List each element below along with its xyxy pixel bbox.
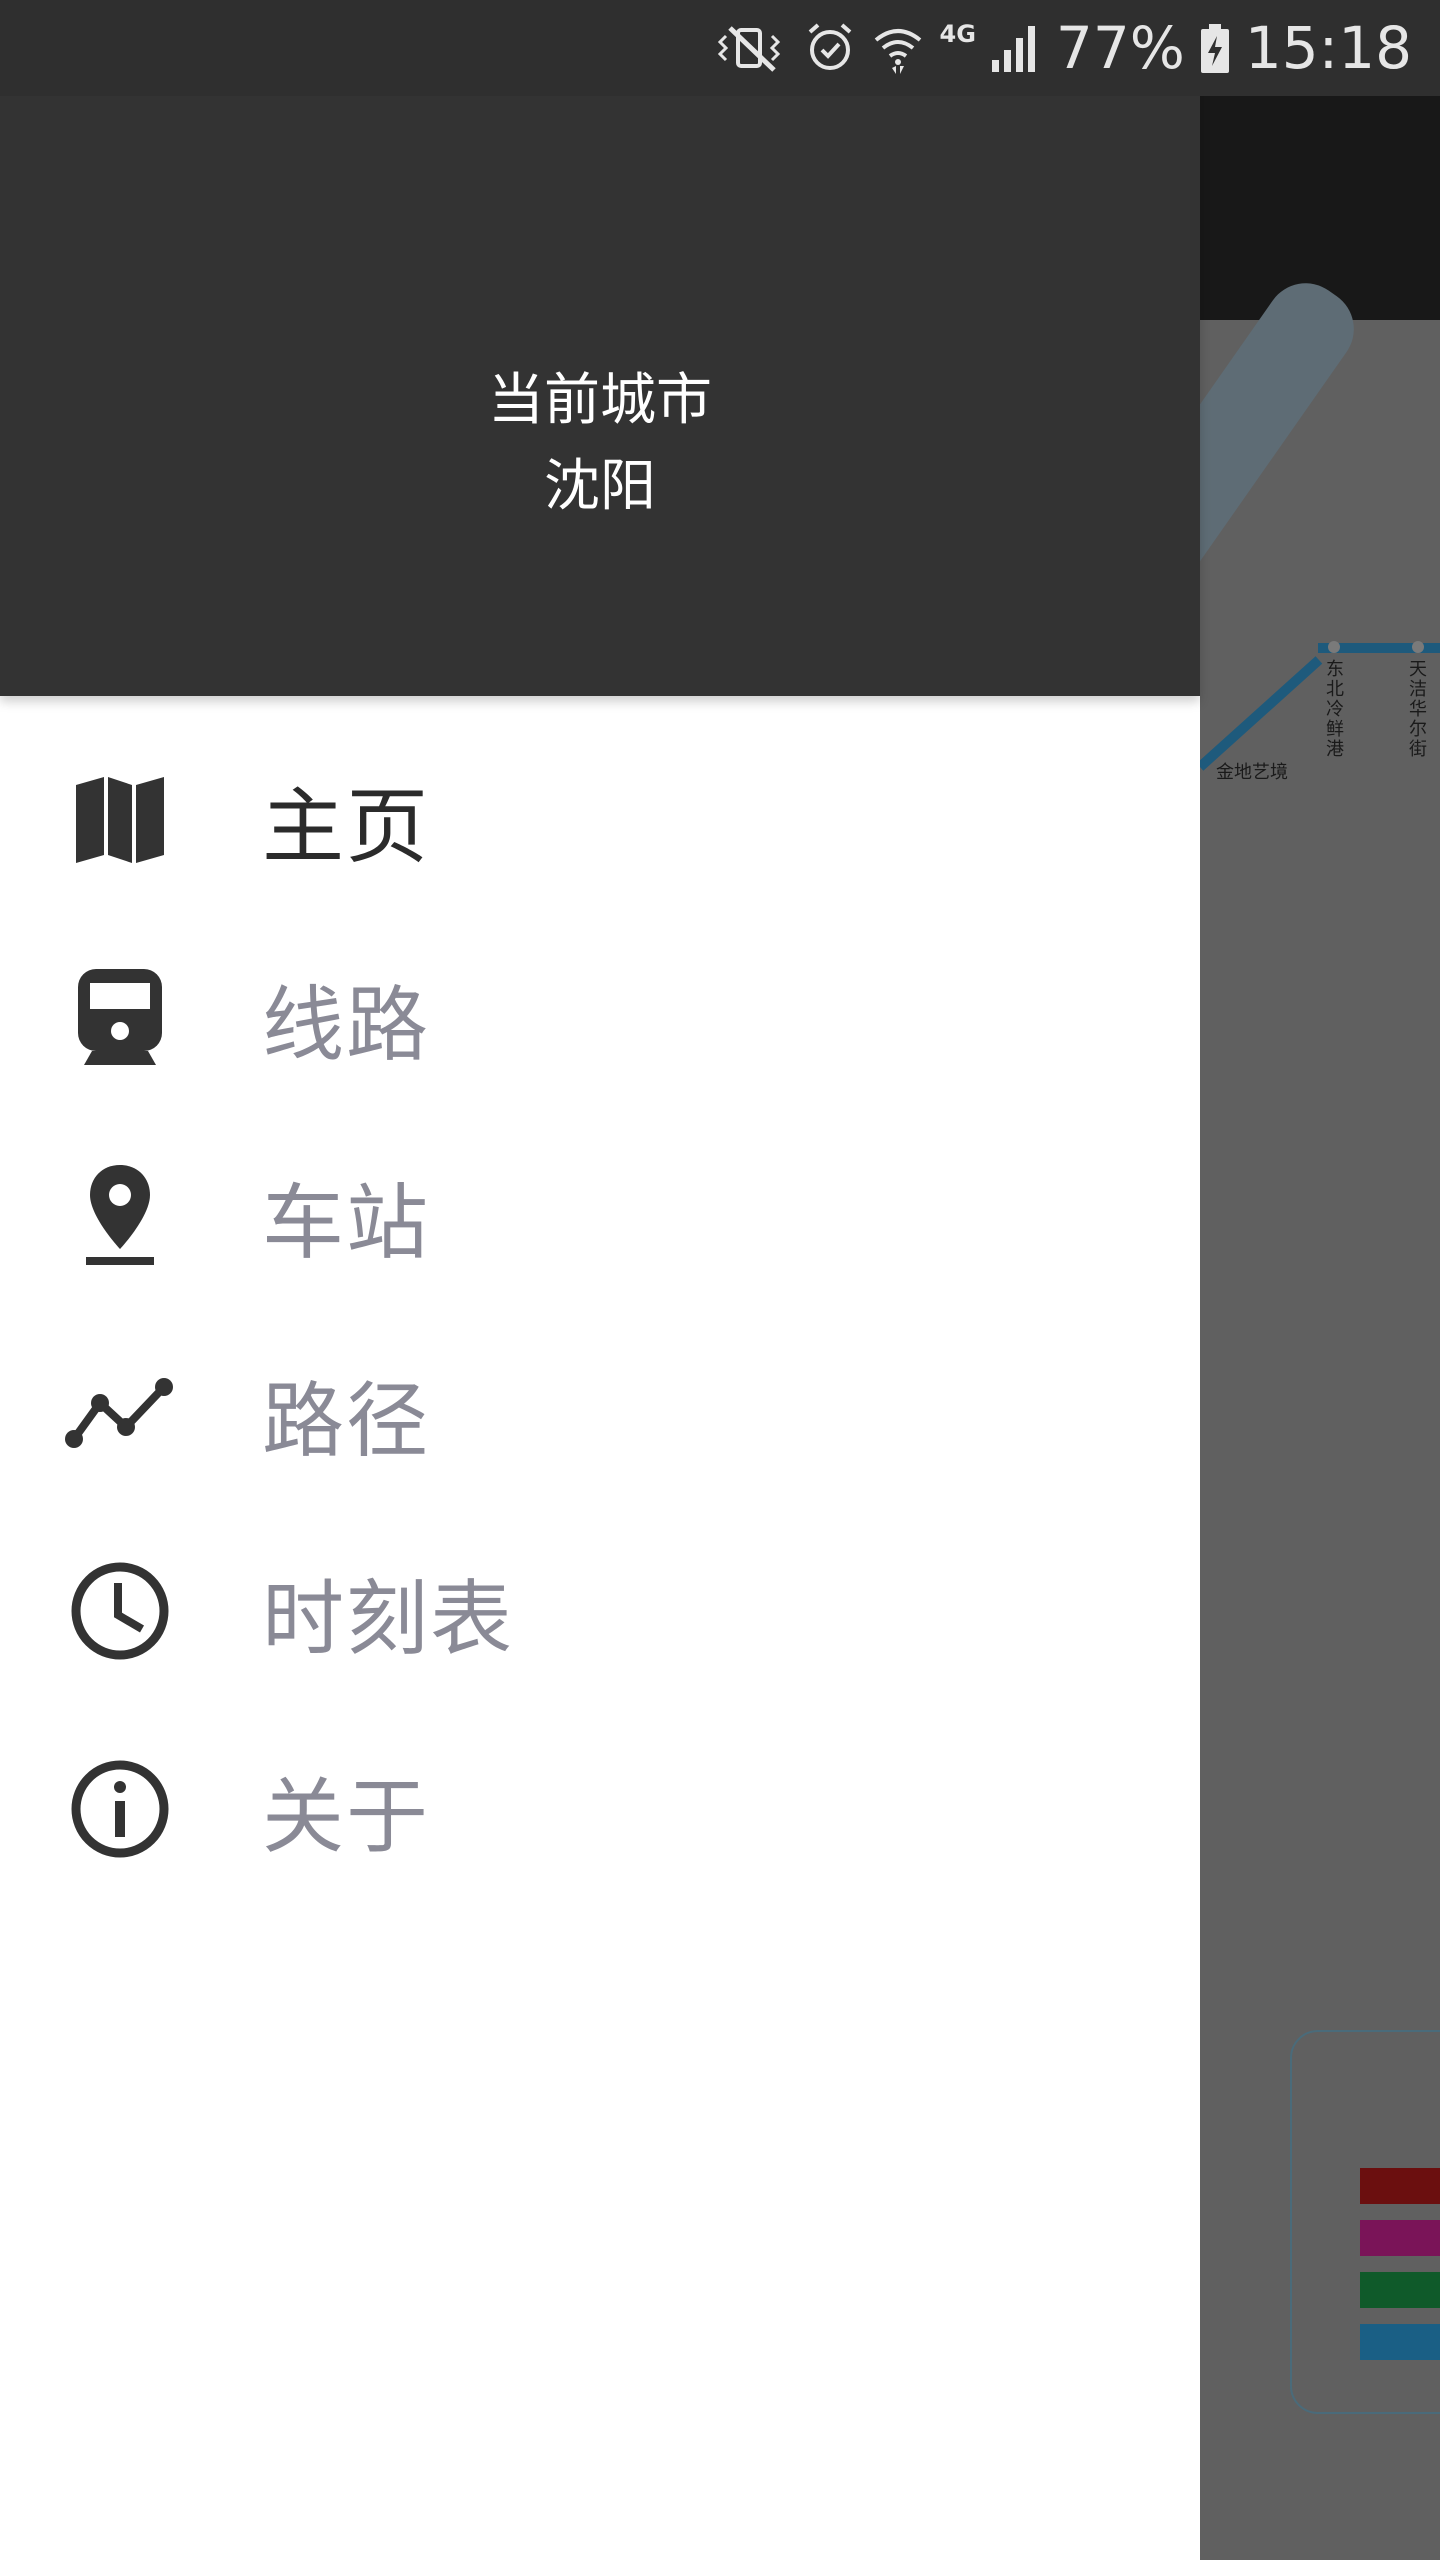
status-bar: 4G 77% 15:18 xyxy=(0,0,1440,96)
menu-item-home[interactable]: 主页 xyxy=(0,720,1200,918)
battery-charging-icon xyxy=(1199,20,1231,76)
alarm-icon xyxy=(804,20,856,76)
menu-item-route[interactable]: 路径 xyxy=(0,1314,1200,1512)
current-city-title: 当前城市 xyxy=(488,368,712,433)
screen: 东北冷鲜港 天洁华尔街 金地艺境 4G 77% 15:18 当前城市 沈阳 主页… xyxy=(0,0,1440,2560)
vibrate-mute-icon xyxy=(716,20,790,76)
info-icon xyxy=(64,1753,176,1865)
menu-label-timetable: 时刻表 xyxy=(262,1571,515,1667)
route-icon xyxy=(64,1357,176,1469)
network-type: 4G xyxy=(939,20,976,48)
map-icon xyxy=(64,763,176,875)
legend-line-2 xyxy=(1360,2220,1440,2256)
menu-label-home: 主页 xyxy=(262,779,431,875)
menu-item-lines[interactable]: 线路 xyxy=(0,918,1200,1116)
battery-percent: 77% xyxy=(1055,14,1185,82)
legend-line-4 xyxy=(1360,2324,1440,2360)
legend-line-3 xyxy=(1360,2272,1440,2308)
train-icon xyxy=(64,961,176,1073)
drawer-header: 当前城市 沈阳 xyxy=(0,0,1200,696)
station-label-jindiyijing: 金地艺境 xyxy=(1216,762,1288,783)
menu-item-stations[interactable]: 车站 xyxy=(0,1116,1200,1314)
cellular-signal-icon xyxy=(990,20,1042,76)
station-dot xyxy=(1328,641,1340,653)
legend-line-1 xyxy=(1360,2168,1440,2204)
menu-item-about[interactable]: 关于 xyxy=(0,1710,1200,1908)
station-label-dongbeilengxiangang: 东北冷鲜港 xyxy=(1326,659,1344,760)
menu-item-timetable[interactable]: 时刻表 xyxy=(0,1512,1200,1710)
place-pin-icon xyxy=(64,1159,176,1271)
wifi-icon xyxy=(870,20,926,76)
clock-time: 15:18 xyxy=(1244,14,1412,82)
menu-label-route: 路径 xyxy=(262,1373,431,1469)
navigation-drawer: 当前城市 沈阳 主页 线路 车站 路径 时刻表 关于 xyxy=(0,0,1200,2560)
station-label-tianjiehuaerjie: 天洁华尔街 xyxy=(1409,659,1427,760)
station-dot xyxy=(1412,641,1424,653)
clock-icon xyxy=(64,1555,176,1667)
menu-label-about: 关于 xyxy=(262,1769,431,1865)
current-city-name[interactable]: 沈阳 xyxy=(0,444,1200,530)
drawer-menu: 主页 线路 车站 路径 时刻表 关于 xyxy=(0,720,1200,1908)
menu-label-lines: 线路 xyxy=(262,977,431,1073)
menu-label-stations: 车站 xyxy=(262,1175,431,1271)
